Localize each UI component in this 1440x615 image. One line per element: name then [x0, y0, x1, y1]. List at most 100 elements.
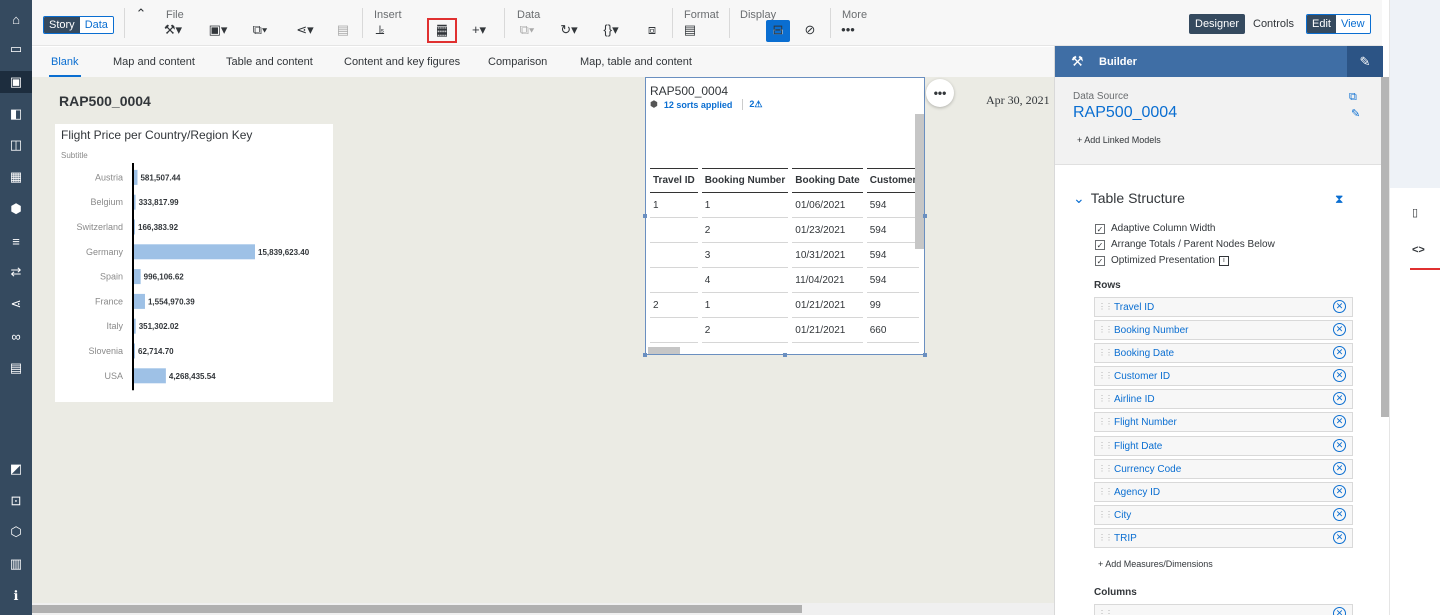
remove-icon[interactable]: ✕ — [1333, 369, 1346, 382]
bar[interactable] — [133, 244, 255, 260]
mobile-icon[interactable]: ▯ — [1412, 206, 1418, 219]
tools-icon[interactable]: ⚒▾ — [160, 22, 186, 38]
table-cell[interactable]: 11/04/2021 — [792, 268, 863, 293]
resize-handle-bottom-left[interactable] — [643, 353, 647, 357]
table-cell[interactable]: 594 — [866, 243, 920, 268]
compass-icon[interactable]: ⊘ — [797, 22, 823, 38]
tab-map-table-and-content[interactable]: Map, table and content — [580, 56, 692, 68]
data-source-name[interactable]: RAP500_0004 — [1073, 104, 1177, 122]
drag-handle-icon[interactable]: ⋮⋮ — [1098, 302, 1113, 311]
copy-icon[interactable]: ⧉▾ — [247, 22, 273, 38]
binoculars-icon[interactable]: ∞ — [0, 325, 32, 347]
table-cell[interactable]: 4 — [701, 268, 789, 293]
stories-icon[interactable]: ▣ — [0, 71, 32, 93]
drag-handle-icon[interactable]: ⋮⋮ — [1098, 609, 1113, 615]
column-dimension[interactable]: ⋮⋮ ✕ — [1094, 604, 1353, 615]
calendar-icon[interactable]: ▤ — [0, 357, 32, 379]
info-icon[interactable]: i — [1218, 255, 1229, 266]
view-button[interactable]: View — [1335, 15, 1370, 33]
add-measures-dimensions-link[interactable]: + Add Measures/Dimensions — [1098, 559, 1213, 569]
remove-icon[interactable]: ✕ — [1333, 300, 1346, 313]
model-icon[interactable]: ⬢ — [0, 198, 32, 220]
table-cell[interactable]: 99 — [866, 293, 920, 318]
linked-analysis-icon[interactable]: ⧈ — [639, 22, 665, 38]
table-cell[interactable]: 2 — [701, 318, 789, 343]
share-icon[interactable]: ⋖ — [0, 293, 32, 315]
info-icon[interactable]: ℹ — [0, 585, 32, 607]
builder-tools-icon[interactable]: ⚒ — [1071, 53, 1084, 70]
row-dimension-flight-date[interactable]: ⋮⋮ Flight Date ✕ — [1094, 436, 1353, 456]
remove-icon[interactable]: ✕ — [1333, 346, 1346, 359]
optimized-presentation-checkbox[interactable]: ✓ Optimized Presentation i — [1095, 255, 1229, 266]
tab-blank[interactable]: Blank — [49, 56, 81, 77]
remove-icon[interactable]: ✕ — [1333, 462, 1346, 475]
widget-more-button[interactable]: ••• — [926, 79, 954, 107]
tab-comparison[interactable]: Comparison — [488, 56, 547, 68]
canvas-horizontal-scrollbar[interactable] — [32, 603, 1054, 615]
table-horizontal-scrollbar[interactable] — [648, 347, 680, 354]
resize-handle-left[interactable] — [643, 214, 647, 218]
table-cell[interactable]: 594 — [866, 193, 920, 218]
drag-handle-icon[interactable]: ⋮⋮ — [1098, 394, 1113, 403]
row-dimension-customer-id[interactable]: ⋮⋮ Customer ID ✕ — [1094, 366, 1353, 386]
column-header-booking-number[interactable]: Booking Number — [701, 168, 789, 193]
bar[interactable] — [133, 293, 145, 309]
swap-axis-icon[interactable]: ⧗ — [1335, 192, 1343, 207]
save-icon[interactable]: ▣▾ — [205, 22, 231, 38]
package-icon[interactable]: ⬡ — [0, 521, 32, 543]
bar-chart-widget[interactable]: Flight Price per Country/Region Key Subt… — [55, 124, 333, 402]
table-cell[interactable]: 1 — [650, 193, 698, 218]
drag-handle-icon[interactable]: ⋮⋮ — [1098, 371, 1113, 380]
remove-icon[interactable]: ✕ — [1333, 392, 1346, 405]
arrange-totals-checkbox[interactable]: ✓ Arrange Totals / Parent Nodes Below — [1095, 239, 1275, 250]
row-dimension-currency-code[interactable]: ⋮⋮ Currency Code ✕ — [1094, 459, 1353, 479]
checkbox-checked[interactable]: ✓ — [1095, 239, 1105, 250]
home-icon[interactable]: ⌂ — [0, 8, 32, 30]
column-header-customer[interactable]: Customer — [866, 168, 920, 193]
drag-handle-icon[interactable]: ⋮⋮ — [1098, 348, 1113, 357]
refresh-icon[interactable]: ↻▾ — [556, 22, 582, 38]
chart-icon[interactable]: ⫡ — [367, 22, 393, 38]
table-cell[interactable] — [650, 318, 698, 343]
chevron-up-icon[interactable]: ⌃ — [128, 6, 154, 22]
table-cell[interactable] — [650, 218, 698, 243]
change-model-icon[interactable]: ⧉ — [1349, 91, 1357, 104]
remove-icon[interactable]: ✕ — [1333, 531, 1346, 544]
bar[interactable] — [133, 269, 141, 285]
table-cell[interactable]: 660 — [866, 318, 920, 343]
table-cell[interactable]: 3 — [701, 243, 789, 268]
format-icon[interactable]: ▤ — [677, 22, 703, 38]
table-cell[interactable]: 2 — [701, 218, 789, 243]
scrollbar-thumb[interactable] — [32, 605, 802, 613]
builder-scrollbar[interactable] — [1381, 77, 1389, 417]
checkbox-checked[interactable]: ✓ — [1095, 223, 1105, 234]
drag-handle-icon[interactable]: ⋮⋮ — [1098, 533, 1113, 542]
add-linked-models-link[interactable]: + Add Linked Models — [1077, 135, 1161, 145]
table-cell[interactable]: 01/06/2021 — [792, 193, 863, 218]
publish-icon[interactable]: ▤ — [330, 22, 356, 38]
row-dimension-flight-number[interactable]: ⋮⋮ Flight Number ✕ — [1094, 412, 1353, 432]
adaptive-column-width-checkbox[interactable]: ✓ Adaptive Column Width — [1095, 223, 1216, 234]
table-widget[interactable]: RAP500_0004 ⬢ 12 sorts applied 2⚠ Travel… — [645, 77, 925, 355]
edit-button[interactable]: Edit — [1307, 15, 1336, 33]
bar[interactable] — [133, 368, 166, 384]
table-cell[interactable]: 1 — [701, 293, 789, 318]
designer-button[interactable]: Designer — [1189, 14, 1246, 34]
styling-brush-icon[interactable]: ✎ — [1347, 46, 1383, 77]
story-title[interactable]: RAP500_0004 — [59, 93, 151, 109]
row-dimension-agency-id[interactable]: ⋮⋮ Agency ID ✕ — [1094, 482, 1353, 502]
resize-handle-bottom[interactable] — [783, 353, 787, 357]
warnings-indicator[interactable]: 2⚠ — [742, 99, 762, 110]
sorts-applied-link[interactable]: 12 sorts applied — [664, 100, 733, 110]
folder-icon[interactable]: ▭ — [0, 38, 32, 60]
drag-handle-icon[interactable]: ⋮⋮ — [1098, 510, 1113, 519]
tab-map-and-content[interactable]: Map and content — [113, 56, 195, 68]
remove-icon[interactable]: ✕ — [1333, 485, 1346, 498]
story-tab[interactable]: Story — [44, 17, 80, 33]
remove-icon[interactable]: ✕ — [1333, 439, 1346, 452]
data-icon[interactable]: ≡ — [0, 230, 32, 252]
modeler-icon[interactable]: ⇄ — [0, 261, 32, 283]
drag-handle-icon[interactable]: ⋮⋮ — [1098, 441, 1113, 450]
row-dimension-trip[interactable]: ⋮⋮ TRIP ✕ — [1094, 528, 1353, 548]
input-control-icon[interactable]: ☰ — [429, 22, 455, 38]
